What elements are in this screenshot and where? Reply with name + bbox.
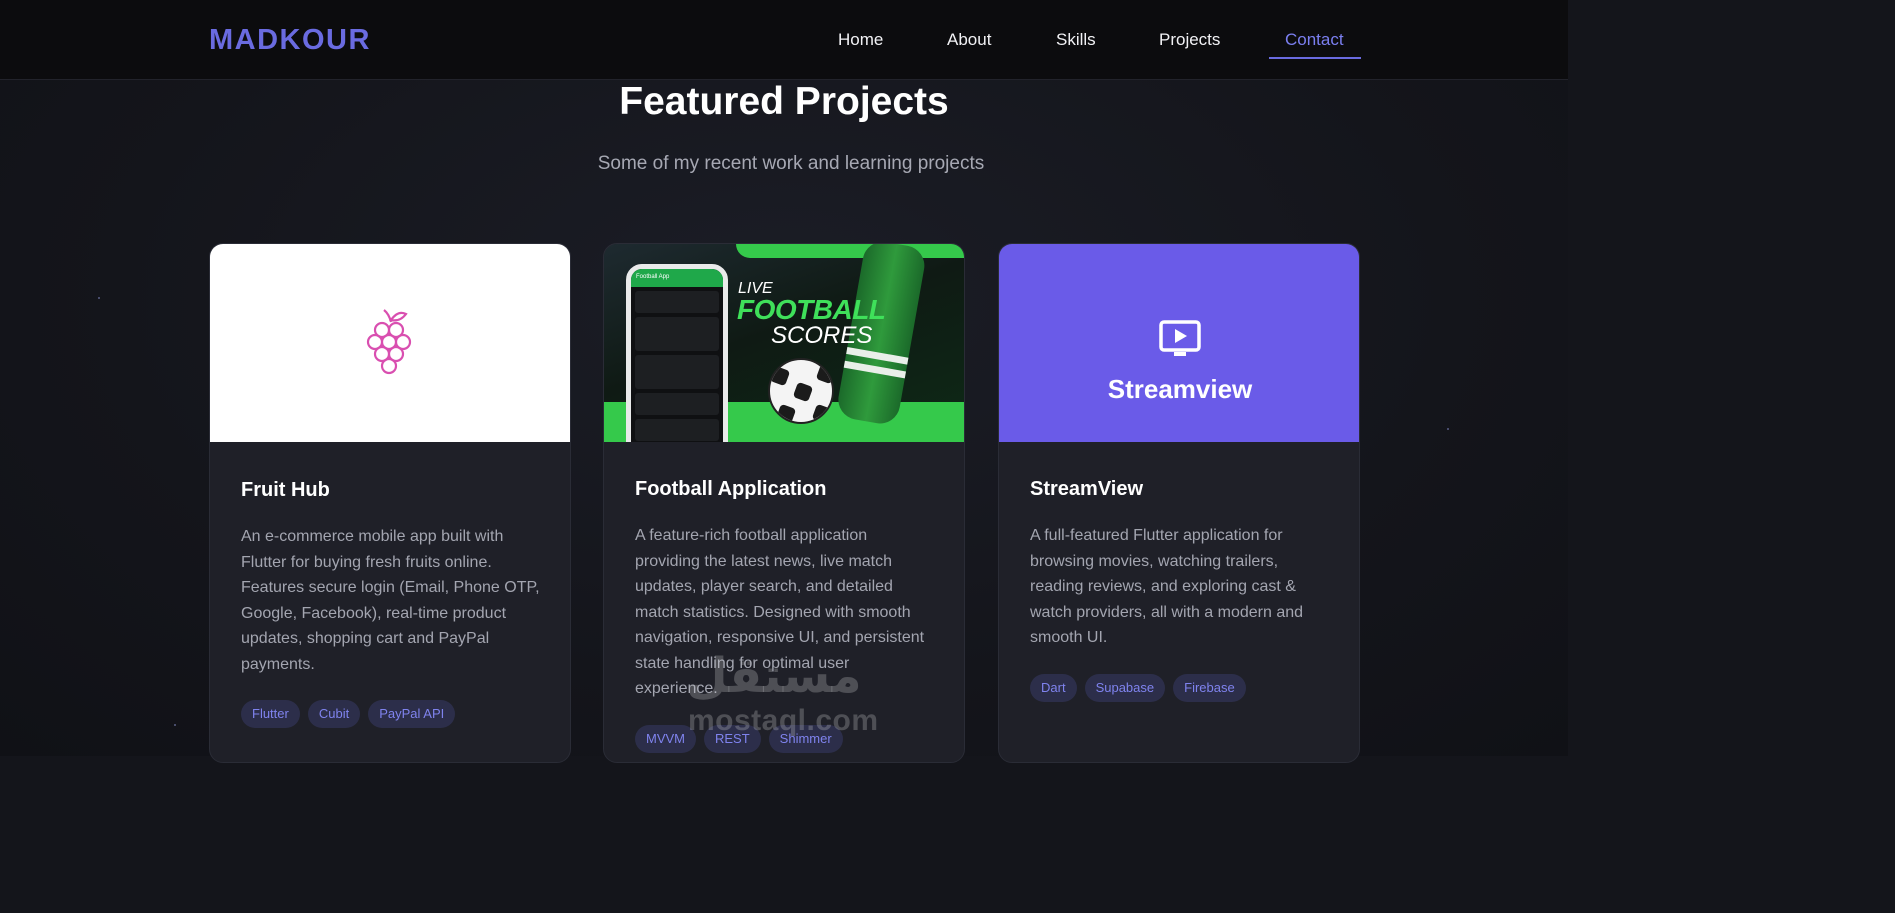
tech-tag: MVVM <box>635 725 696 753</box>
project-title: Football Application <box>635 478 827 500</box>
tech-tag: Dart <box>1030 674 1077 702</box>
phone-mockup: Football App <box>626 264 728 442</box>
nav-about[interactable]: About <box>947 30 991 50</box>
tag-list: Flutter Cubit PayPal API <box>241 700 456 728</box>
tech-tag: PayPal API <box>368 700 456 728</box>
project-title: Fruit Hub <box>241 479 330 501</box>
tag-list: Dart Supabase Firebase <box>1030 674 1246 702</box>
nav-projects[interactable]: Projects <box>1159 30 1220 50</box>
watermark-text: mostaql.com <box>688 704 879 737</box>
project-image: Streamview <box>999 244 1359 442</box>
banner-accent <box>736 244 964 258</box>
phone-score-card <box>635 291 719 313</box>
project-title: StreamView <box>1030 478 1144 500</box>
tech-tag: Cubit <box>307 700 361 728</box>
football-image <box>768 358 834 424</box>
section-title: Featured Projects <box>619 80 949 123</box>
phone-news-card <box>635 317 719 351</box>
background-star <box>174 724 176 726</box>
project-description: An e-commerce mobile app built with Flut… <box>241 528 540 673</box>
phone-ranking-row <box>635 393 719 415</box>
tech-tag: Flutter <box>241 700 300 728</box>
project-card-fruit-hub[interactable]: Fruit Hub An e-commerce mobile app built… <box>209 243 571 763</box>
background-star <box>98 297 100 299</box>
project-description: A full-featured Flutter application for … <box>1030 527 1304 646</box>
nav-home[interactable]: Home <box>838 30 883 50</box>
banner-app-name: Streamview <box>1107 374 1253 404</box>
top-navigation-bar: MADKOUR Home About Skills Projects Conta… <box>0 0 1568 80</box>
project-image <box>210 244 570 442</box>
tech-tag: Supabase <box>1084 674 1166 702</box>
banner-text-scores: SCORES <box>771 322 873 349</box>
watermark-logo: مستقل <box>686 648 862 704</box>
active-nav-indicator <box>1269 57 1361 59</box>
section-subtitle: Some of my recent work and learning proj… <box>597 153 985 174</box>
phone-ranking-row <box>635 419 719 441</box>
play-screen-icon <box>1159 320 1201 356</box>
phone-app-title: Football App <box>631 269 723 287</box>
site-logo[interactable]: MADKOUR <box>209 24 371 57</box>
grape-icon <box>366 309 412 375</box>
project-image: Football App LIVE FOOTBALL SCORES <box>604 244 964 442</box>
nav-contact[interactable]: Contact <box>1285 30 1344 50</box>
phone-news-card <box>635 355 719 389</box>
project-card-streamview[interactable]: Streamview StreamView A full-featured Fl… <box>998 243 1360 763</box>
background-star <box>1447 428 1449 430</box>
nav-skills[interactable]: Skills <box>1056 30 1096 50</box>
tech-tag: Firebase <box>1173 674 1246 702</box>
